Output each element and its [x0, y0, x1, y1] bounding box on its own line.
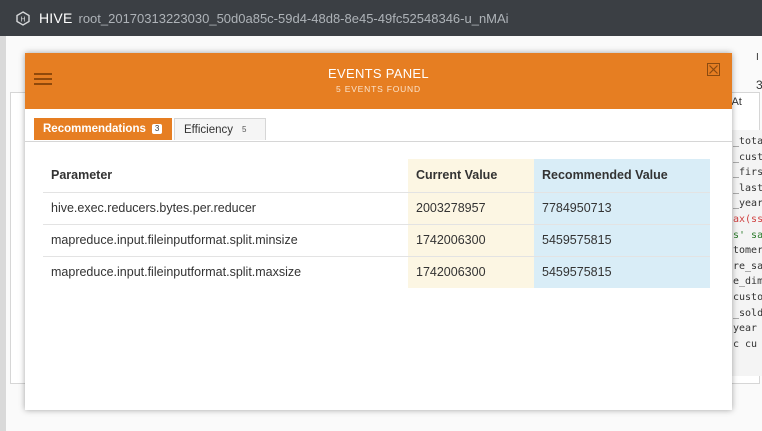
tab-efficiency[interactable]: Efficiency 5	[174, 118, 266, 140]
code-line: _tota	[733, 136, 762, 147]
recommended-value-cell: 5459575815	[534, 223, 710, 256]
tab-recommendations[interactable]: Recommendations 3	[34, 118, 172, 140]
recommended-value-cell: 5459575815	[534, 255, 710, 288]
code-line: year	[733, 323, 758, 335]
code-line: e_dim	[733, 276, 762, 288]
hive-hexagon-icon: H	[15, 10, 31, 26]
code-line: _firs	[733, 167, 762, 179]
app-brand: HIVE	[39, 10, 73, 26]
code-line: _last	[733, 182, 762, 194]
count-badge: 5	[242, 124, 247, 134]
modal-title: EVENTS PANEL	[328, 66, 429, 81]
code-line: s' sa	[733, 229, 762, 241]
column-header-recommended-value: Recommended Value	[534, 159, 710, 192]
table-row: mapreduce.input.fileinputformat.split.mi…	[43, 223, 710, 256]
recommendations-table: Parameter Current Value Recommended Valu…	[43, 159, 710, 288]
query-code-peek: _tota _cust _firs _last _year ax(ss s' s…	[727, 130, 762, 376]
app-header: H HIVE root_20170313223030_50d0a85c-59d4…	[0, 0, 762, 36]
table-header-row: Parameter Current Value Recommended Valu…	[43, 159, 710, 192]
column-header-parameter: Parameter	[51, 168, 113, 183]
recommended-value-cell: 7784950713	[534, 191, 710, 224]
code-line: _year	[733, 198, 762, 210]
current-value-cell: 2003278957	[408, 191, 534, 224]
events-panel-modal: EVENTS PANEL 5 EVENTS FOUND Recommendati…	[25, 53, 732, 410]
svg-text:H: H	[20, 15, 25, 23]
table-row: mapreduce.input.fileinputformat.split.ma…	[43, 255, 710, 288]
current-value-cell: 1742006300	[408, 255, 534, 288]
modal-header: EVENTS PANEL 5 EVENTS FOUND	[25, 53, 732, 109]
tab-label: Recommendations	[43, 123, 146, 135]
background-peek-value: 3	[756, 78, 762, 92]
parameter-cell: hive.exec.reducers.bytes.per.reducer	[43, 191, 408, 224]
tab-label: Efficiency	[184, 123, 234, 136]
query-id: root_20170313223030_50d0a85c-59d4-48d8-8…	[78, 10, 509, 26]
close-icon	[709, 65, 718, 74]
code-line: ax(ss	[733, 213, 762, 225]
count-badge: 3	[151, 124, 163, 134]
code-line: tomer	[733, 245, 762, 257]
modal-subtitle: 5 EVENTS FOUND	[336, 84, 421, 94]
parameter-cell: mapreduce.input.fileinputformat.split.ma…	[43, 255, 408, 288]
modal-tabs: Recommendations 3 Efficiency 5	[25, 117, 732, 142]
code-line: c cu	[733, 338, 758, 350]
column-header-current-value: Current Value	[408, 159, 534, 192]
code-line: custo	[733, 291, 762, 303]
code-line: _sold	[733, 307, 762, 319]
current-value-cell: 1742006300	[408, 223, 534, 256]
table-row: hive.exec.reducers.bytes.per.reducer 200…	[43, 191, 710, 224]
code-line: re_sa	[733, 260, 762, 272]
parameter-cell: mapreduce.input.fileinputformat.split.mi…	[43, 223, 408, 256]
close-button[interactable]	[707, 63, 720, 76]
code-line: _cust	[733, 151, 762, 163]
background-peek-label: I	[756, 52, 759, 63]
